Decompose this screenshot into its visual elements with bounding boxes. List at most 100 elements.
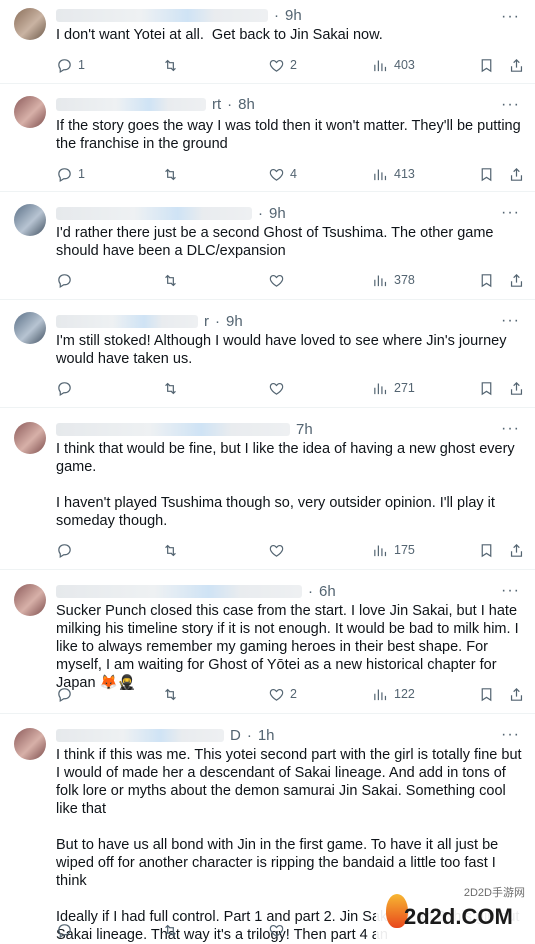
avatar[interactable] bbox=[14, 584, 46, 616]
more-options-icon[interactable]: ··· bbox=[501, 8, 519, 26]
reply-button[interactable] bbox=[56, 540, 78, 560]
author-name[interactable] bbox=[56, 206, 252, 220]
avatar[interactable] bbox=[14, 312, 46, 344]
views-button[interactable]: 122 bbox=[372, 684, 415, 704]
post-time[interactable]: 7h bbox=[296, 421, 313, 438]
repost-icon bbox=[165, 168, 176, 180]
bookmark-button[interactable] bbox=[478, 684, 495, 704]
post-text: I'd rather there just be a second Ghost … bbox=[56, 225, 498, 259]
share-button[interactable] bbox=[508, 55, 525, 75]
like-button[interactable] bbox=[268, 270, 290, 290]
heart-icon bbox=[269, 688, 284, 701]
reply-button[interactable] bbox=[56, 378, 78, 398]
post-time[interactable]: 9h bbox=[285, 7, 302, 24]
bookmark-icon bbox=[481, 167, 492, 181]
repost-icon bbox=[165, 59, 176, 71]
author-name[interactable] bbox=[56, 8, 268, 22]
post[interactable]: rt · 8h ··· If the story goes the way I … bbox=[0, 84, 535, 192]
share-icon bbox=[510, 58, 523, 72]
share-button[interactable] bbox=[508, 684, 525, 704]
reply-icon bbox=[58, 923, 71, 938]
author-name[interactable] bbox=[56, 97, 206, 111]
post-time[interactable]: 1h bbox=[258, 727, 275, 744]
reply-button[interactable]: 1 bbox=[56, 164, 85, 184]
repost-button[interactable] bbox=[162, 540, 184, 560]
post[interactable]: 7h ··· I think that would be fine, but I… bbox=[0, 408, 535, 570]
views-button[interactable]: 378 bbox=[372, 270, 415, 290]
author-name[interactable] bbox=[56, 314, 198, 328]
post-text: I don't want Yotei at all. Get back to J… bbox=[56, 27, 383, 43]
bookmark-button[interactable] bbox=[478, 55, 495, 75]
share-icon bbox=[510, 687, 523, 701]
more-options-icon[interactable]: ··· bbox=[501, 312, 519, 330]
view-count: 413 bbox=[394, 167, 415, 181]
repost-icon bbox=[165, 924, 176, 936]
repost-button[interactable] bbox=[162, 55, 184, 75]
view-count: 271 bbox=[394, 381, 415, 395]
views-button[interactable]: 403 bbox=[372, 55, 415, 75]
like-button[interactable] bbox=[268, 378, 290, 398]
more-options-icon[interactable]: ··· bbox=[501, 726, 519, 744]
post[interactable]: r · 9h ··· I'm still stoked! Although I … bbox=[0, 300, 535, 408]
views-icon bbox=[374, 689, 387, 700]
like-button[interactable]: 2 bbox=[268, 55, 297, 75]
bookmark-button[interactable] bbox=[478, 270, 495, 290]
share-button[interactable] bbox=[508, 164, 525, 184]
more-options-icon[interactable]: ··· bbox=[501, 582, 519, 600]
avatar[interactable] bbox=[14, 204, 46, 236]
reply-count: 1 bbox=[78, 167, 85, 181]
post-header: 7h bbox=[56, 420, 313, 438]
reply-button[interactable]: 1 bbox=[56, 55, 85, 75]
author-name[interactable] bbox=[56, 422, 290, 436]
bookmark-button[interactable] bbox=[478, 540, 495, 560]
post-time[interactable]: 9h bbox=[269, 205, 286, 222]
views-button[interactable]: 175 bbox=[372, 540, 415, 560]
more-options-icon[interactable]: ··· bbox=[501, 204, 519, 222]
views-button[interactable]: 271 bbox=[372, 378, 415, 398]
like-button[interactable]: 4 bbox=[268, 164, 297, 184]
more-options-icon[interactable]: ··· bbox=[501, 420, 519, 438]
avatar[interactable] bbox=[14, 728, 46, 760]
repost-button[interactable] bbox=[162, 164, 184, 184]
views-icon bbox=[374, 60, 387, 71]
views-button[interactable]: 413 bbox=[372, 164, 415, 184]
post-text: I think that would be fine, but I like t… bbox=[56, 441, 515, 529]
reply-button[interactable] bbox=[56, 684, 78, 704]
separator-dot: · bbox=[258, 204, 263, 222]
post-time[interactable]: 8h bbox=[238, 96, 255, 113]
post[interactable]: · 9h ··· I'd rather there just be a seco… bbox=[0, 192, 535, 300]
watermark: 2D2D手游网 2d2d.COM bbox=[376, 874, 535, 944]
like-button[interactable]: 2 bbox=[268, 684, 297, 704]
like-button[interactable] bbox=[268, 540, 290, 560]
post-header: · 6h bbox=[56, 582, 336, 600]
post-time[interactable]: 9h bbox=[226, 313, 243, 330]
like-button[interactable] bbox=[268, 920, 290, 940]
avatar[interactable] bbox=[14, 8, 46, 40]
post[interactable]: · 6h ··· Sucker Punch closed this case f… bbox=[0, 570, 535, 714]
share-button[interactable] bbox=[508, 540, 525, 560]
avatar[interactable] bbox=[14, 96, 46, 128]
bookmark-button[interactable] bbox=[478, 378, 495, 398]
share-button[interactable] bbox=[508, 378, 525, 398]
author-handle-fragment: rt bbox=[212, 95, 222, 113]
post-text: If the story goes the way I was told the… bbox=[56, 118, 525, 152]
author-name[interactable] bbox=[56, 728, 224, 742]
bookmark-button[interactable] bbox=[478, 164, 495, 184]
repost-button[interactable] bbox=[162, 378, 184, 398]
post-time[interactable]: 6h bbox=[319, 583, 336, 600]
reply-button[interactable] bbox=[56, 270, 78, 290]
avatar[interactable] bbox=[14, 422, 46, 454]
repost-button[interactable] bbox=[162, 270, 184, 290]
repost-button[interactable] bbox=[162, 684, 184, 704]
more-options-icon[interactable]: ··· bbox=[501, 96, 519, 114]
bookmark-icon bbox=[481, 58, 492, 72]
repost-button[interactable] bbox=[162, 920, 184, 940]
author-name[interactable] bbox=[56, 584, 302, 598]
repost-icon bbox=[165, 688, 176, 700]
repost-icon bbox=[165, 382, 176, 394]
share-button[interactable] bbox=[508, 270, 525, 290]
bookmark-icon bbox=[481, 381, 492, 395]
post[interactable]: · 9h ··· I don't want Yotei at all. Get … bbox=[0, 0, 535, 84]
views-icon bbox=[374, 545, 387, 556]
reply-button[interactable] bbox=[56, 920, 78, 940]
